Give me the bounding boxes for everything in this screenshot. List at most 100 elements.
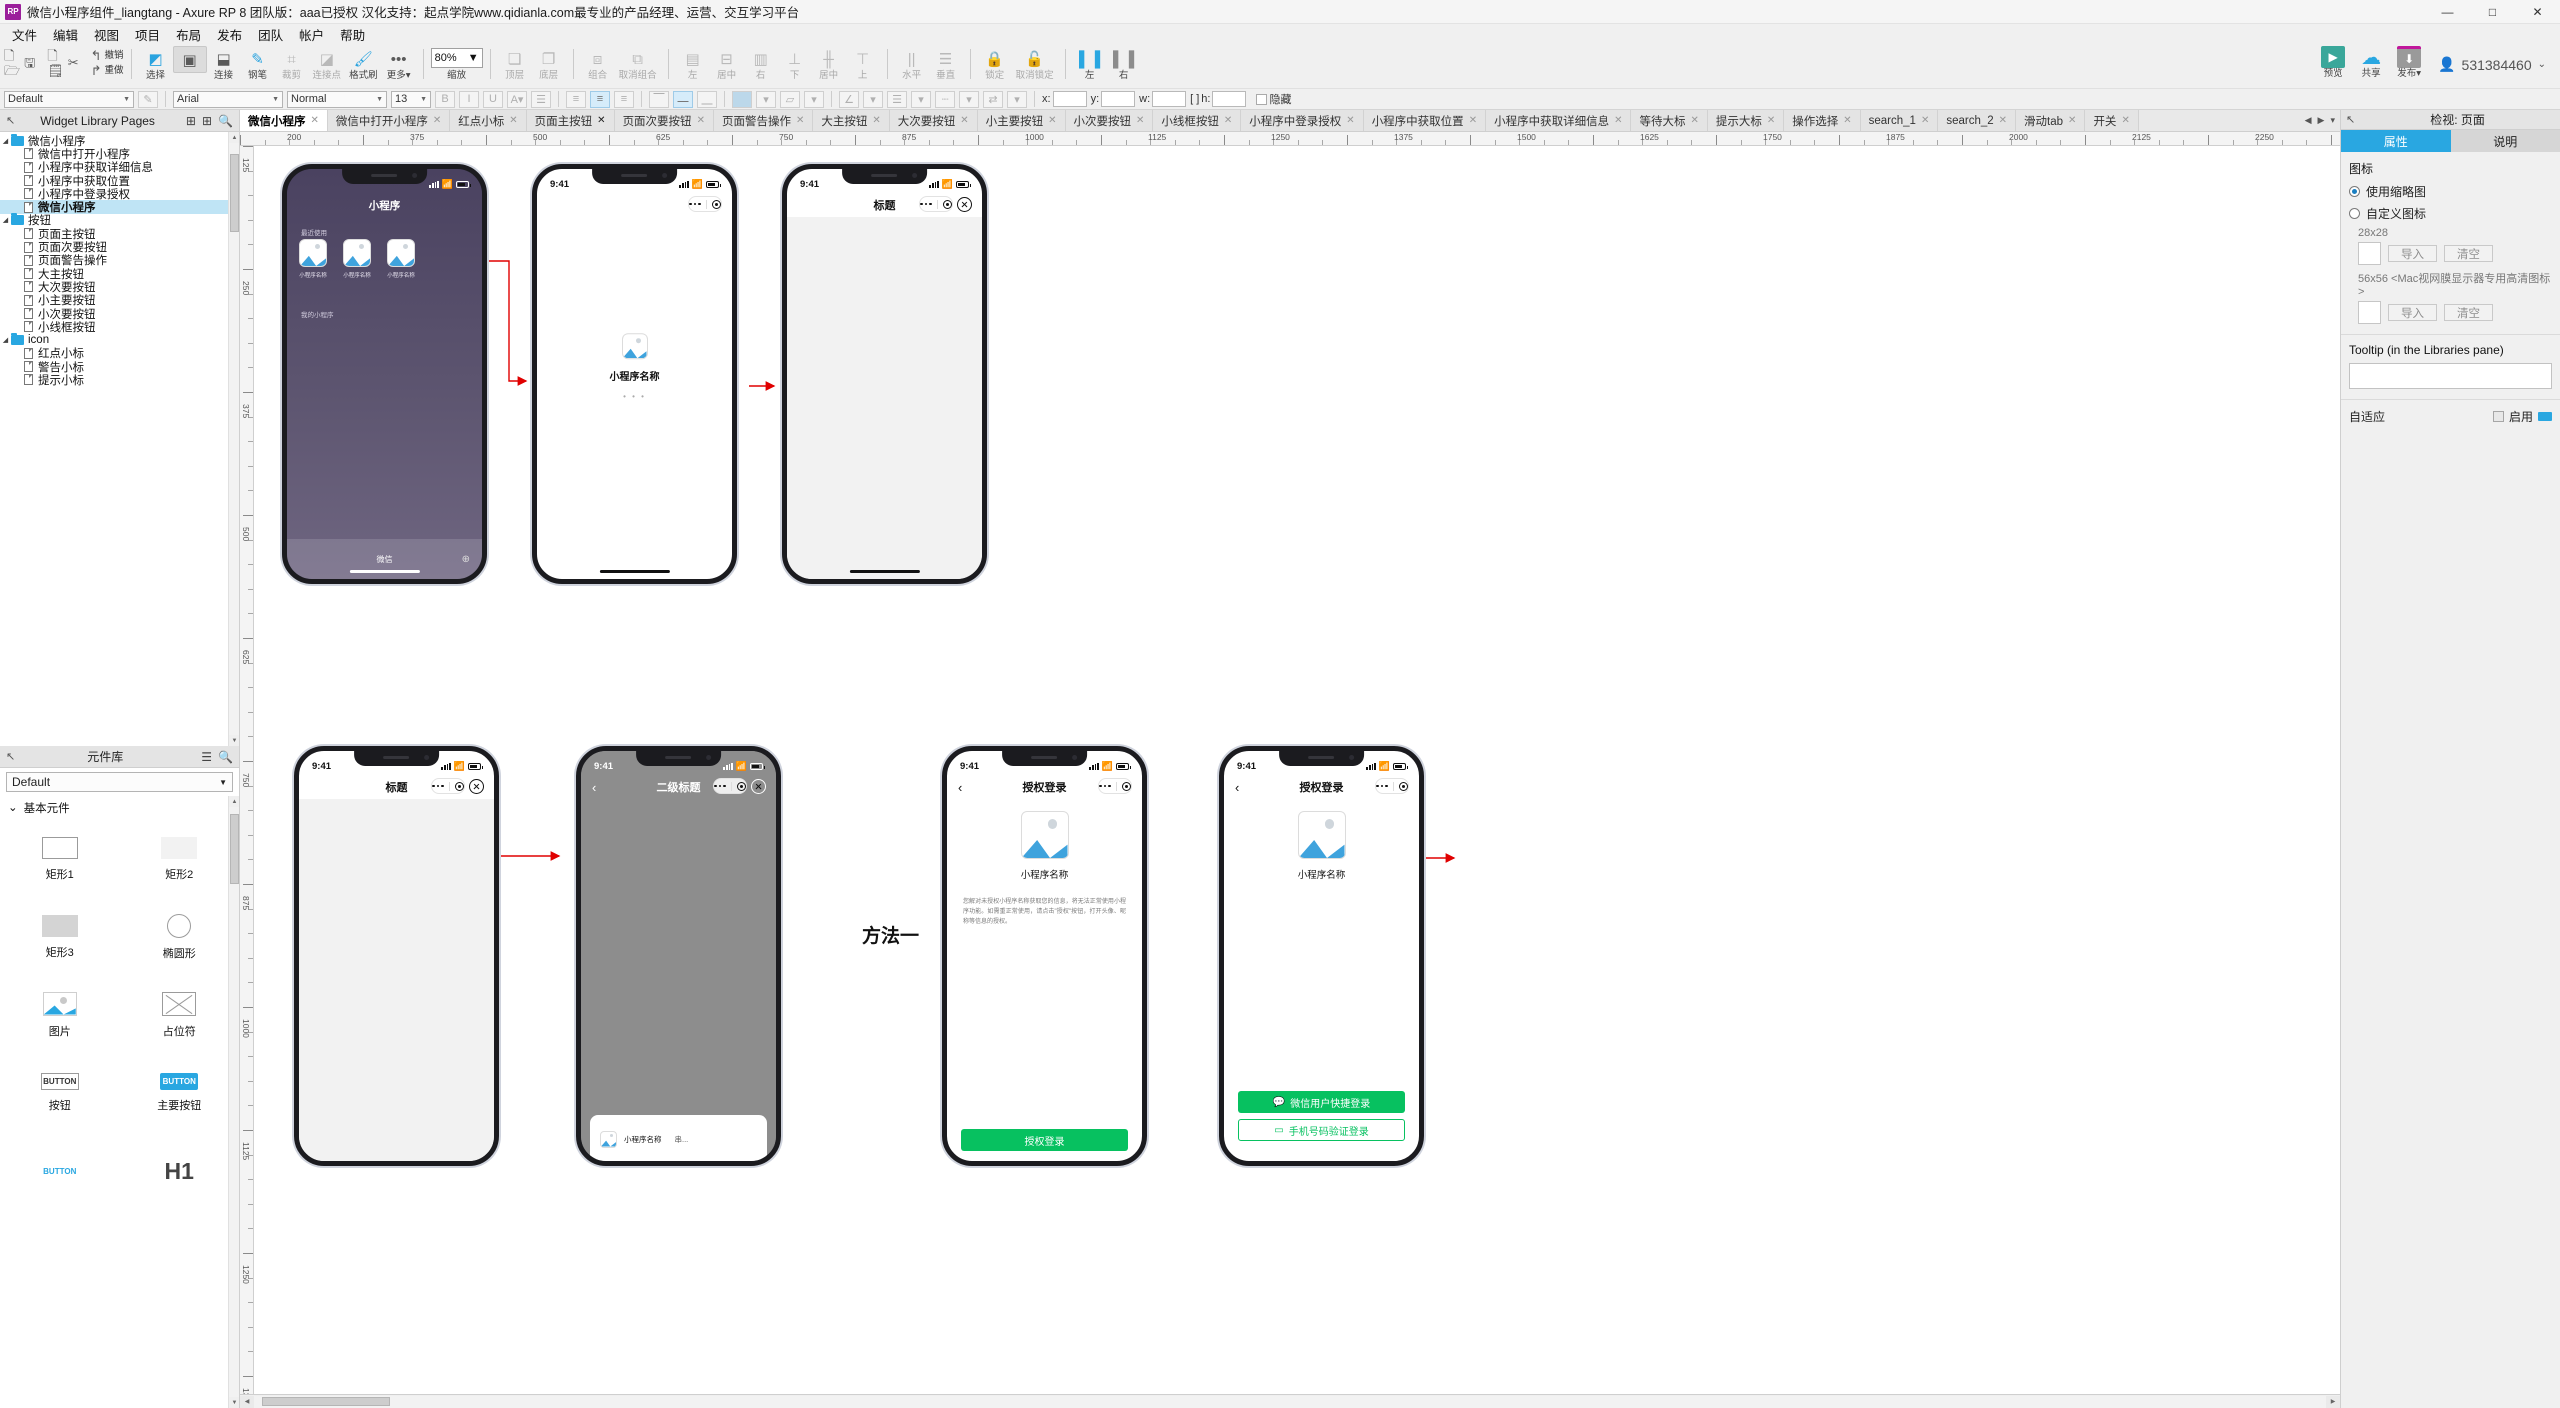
distribute-v-button[interactable]: ☰ 垂直 bbox=[929, 46, 963, 81]
phone-miniapp-loading[interactable]: 9:41 📶 小程序名称 • • • bbox=[532, 164, 737, 584]
hidden-checkbox[interactable] bbox=[1256, 93, 1268, 105]
group-button[interactable]: ⧈ 组合 bbox=[581, 46, 615, 81]
hamburger-icon[interactable]: ☰ bbox=[201, 750, 212, 764]
phone-login-button[interactable]: ▭ 手机号码验证登录 bbox=[1238, 1119, 1405, 1141]
close-icon[interactable]: ✕ bbox=[2121, 115, 2129, 126]
chevron-left-icon[interactable]: ◀ bbox=[2305, 115, 2312, 126]
canvas-tab[interactable]: 操作选择 ✕ bbox=[1784, 110, 1861, 131]
valign-top-icon[interactable]: ⎺ bbox=[649, 90, 669, 108]
canvas-tab[interactable]: 页面次要按钮 ✕ bbox=[614, 110, 714, 131]
align-bottom-button[interactable]: ⊥ 下 bbox=[778, 46, 812, 81]
menu-edit[interactable]: 编辑 bbox=[45, 23, 86, 46]
menu-project[interactable]: 项目 bbox=[127, 23, 168, 46]
close-icon[interactable]: ✕ bbox=[1614, 115, 1622, 126]
canvas-tab[interactable]: search_2 ✕ bbox=[1938, 110, 2017, 131]
chevron-right-icon[interactable]: ▶ bbox=[2318, 115, 2325, 126]
bullet-list-icon[interactable]: ☰ bbox=[531, 90, 551, 108]
line-color-icon[interactable]: ∠ bbox=[839, 90, 859, 108]
scroll-up-icon[interactable]: ▲ bbox=[229, 796, 239, 807]
authorize-login-button[interactable]: 授权登录 bbox=[961, 1129, 1128, 1151]
chevron-right-icon[interactable]: ◢ bbox=[0, 336, 11, 344]
tab-list-icon[interactable]: ▾ bbox=[2330, 115, 2335, 126]
select-tool-button[interactable]: ◩ 选择 bbox=[139, 46, 173, 81]
close-icon[interactable]: ✕ bbox=[1048, 115, 1056, 126]
capsule-menu[interactable] bbox=[919, 196, 953, 212]
style-select[interactable]: Default ▼ bbox=[4, 90, 134, 108]
collapse-icon[interactable]: ↖ bbox=[6, 114, 15, 127]
align-center-v-button[interactable]: ╫ 居中 bbox=[812, 46, 846, 81]
capsule-buttons[interactable] bbox=[431, 778, 484, 794]
menu-file[interactable]: 文件 bbox=[4, 23, 45, 46]
tree-page[interactable]: 提示小标 bbox=[0, 373, 239, 387]
cut-icon[interactable]: ✂ bbox=[68, 56, 79, 70]
capsule-buttons[interactable] bbox=[688, 196, 722, 212]
menu-help[interactable]: 帮助 bbox=[332, 23, 373, 46]
capsule-buttons[interactable] bbox=[713, 778, 766, 794]
redo-button[interactable]: ↱ 重做 bbox=[91, 63, 124, 78]
phone-wechat-home[interactable]: 📶 小程序 最近使用 小程序名称 小程序名称 小程序名称 我的小程序 微信 ⊕ bbox=[282, 164, 487, 584]
preview-button[interactable]: ▶ 预览 bbox=[2321, 46, 2346, 79]
send-to-back-button[interactable]: ❐ 底层 bbox=[532, 46, 566, 81]
tree-page[interactable]: 警告小标 bbox=[0, 360, 239, 374]
marquee-tool-button[interactable]: ▣ bbox=[172, 46, 207, 73]
maximize-button[interactable]: □ bbox=[2470, 0, 2515, 24]
text-align-right-icon[interactable]: ≡ bbox=[614, 90, 634, 108]
text-align-center-icon[interactable]: ≡ bbox=[590, 90, 610, 108]
close-icon[interactable]: ✕ bbox=[597, 115, 605, 126]
publish-button[interactable]: ⬇ 发布▾ bbox=[2397, 46, 2422, 79]
close-icon[interactable]: ✕ bbox=[1999, 115, 2007, 126]
search-icon[interactable]: 🔍 bbox=[218, 114, 233, 128]
tree-folder[interactable]: ◢ icon bbox=[0, 333, 239, 346]
canvas-tab[interactable]: search_1 ✕ bbox=[1860, 110, 1939, 131]
capsule-menu[interactable] bbox=[1098, 778, 1132, 794]
underline-button[interactable]: U bbox=[483, 90, 503, 108]
phone-auth-login-1[interactable]: 9:41 📶 ‹ 授权登录 小程序名称 您解对未授权小程序名称获取您的信息，将无… bbox=[942, 746, 1147, 1166]
fill-color-icon[interactable] bbox=[732, 90, 752, 108]
lock-ratio-icon[interactable]: [ ] bbox=[1190, 93, 1199, 105]
tab-properties[interactable]: 属性 bbox=[2341, 130, 2451, 152]
shadow-icon[interactable]: ▱ bbox=[780, 90, 800, 108]
close-icon[interactable]: ✕ bbox=[1767, 115, 1775, 126]
action-sheet[interactable]: 小程序名称 串... bbox=[590, 1115, 767, 1161]
unlock-button[interactable]: 🔓 取消锁定 bbox=[1012, 46, 1058, 81]
add-page-icon[interactable]: ⊞ bbox=[186, 114, 196, 128]
capsule-menu[interactable] bbox=[431, 778, 465, 794]
library-list[interactable]: ⌄ 基本元件 矩形1 矩形2 矩形3 椭圆形 图片 占位符 BUTTON 按钮 BUTTON 主要… bbox=[0, 796, 239, 1408]
zoom-control[interactable]: 80% ▼ 缩放 bbox=[430, 46, 483, 81]
canvas-tab[interactable]: 大主按钮 ✕ bbox=[813, 110, 890, 131]
pages-tree-scrollbar[interactable]: ▲ ▼ bbox=[228, 132, 239, 746]
tab-overflow-controls[interactable]: ◀ ▶ ▾ bbox=[2299, 110, 2340, 131]
scroll-right-icon[interactable]: ▶ bbox=[2326, 1395, 2340, 1408]
capsule-buttons[interactable] bbox=[1098, 778, 1132, 794]
search-icon[interactable]: 🔍 bbox=[218, 750, 233, 764]
italic-button[interactable]: I bbox=[459, 90, 479, 108]
close-icon[interactable]: ✕ bbox=[433, 115, 441, 126]
close-icon[interactable]: ✕ bbox=[1224, 115, 1232, 126]
capsule-menu[interactable] bbox=[1375, 778, 1409, 794]
more-tools-button[interactable]: ••• 更多▾ bbox=[382, 46, 416, 81]
close-icon[interactable]: ✕ bbox=[796, 115, 804, 126]
menu-view[interactable]: 视图 bbox=[86, 23, 127, 46]
chevron-right-icon[interactable]: ◢ bbox=[0, 137, 11, 145]
hidden-checkbox-group[interactable]: 隐藏 bbox=[1256, 91, 1291, 107]
library-category[interactable]: ⌄ 基本元件 bbox=[0, 796, 239, 820]
open-folder-icon[interactable]: 🗁 bbox=[4, 63, 20, 78]
chevron-right-icon[interactable]: ◢ bbox=[0, 216, 11, 224]
mini-app-item[interactable]: 小程序名称 bbox=[299, 239, 327, 279]
menu-publish[interactable]: 发布 bbox=[209, 23, 250, 46]
fill-dropdown-icon[interactable]: ▾ bbox=[756, 90, 776, 108]
menu-layout[interactable]: 布局 bbox=[168, 23, 209, 46]
scroll-up-icon[interactable]: ▲ bbox=[229, 132, 239, 143]
canvas-tab[interactable]: 小程序中登录授权 ✕ bbox=[1241, 110, 1364, 131]
library-item[interactable]: BUTTON bbox=[0, 1132, 120, 1210]
scrollbar-thumb[interactable] bbox=[230, 154, 239, 232]
clear-button-56[interactable]: 清空 bbox=[2444, 304, 2493, 321]
close-icon[interactable] bbox=[751, 778, 766, 794]
font-weight-select[interactable]: Normal ▼ bbox=[287, 90, 387, 108]
ungroup-button[interactable]: ⧉ 取消组合 bbox=[615, 46, 661, 81]
import-button-56[interactable]: 导入 bbox=[2388, 304, 2437, 321]
w-input[interactable] bbox=[1152, 91, 1187, 107]
x-input[interactable] bbox=[1052, 91, 1087, 107]
line-color-dropdown-icon[interactable]: ▾ bbox=[863, 90, 883, 108]
paste-icon[interactable]: 🗒 bbox=[47, 63, 64, 78]
